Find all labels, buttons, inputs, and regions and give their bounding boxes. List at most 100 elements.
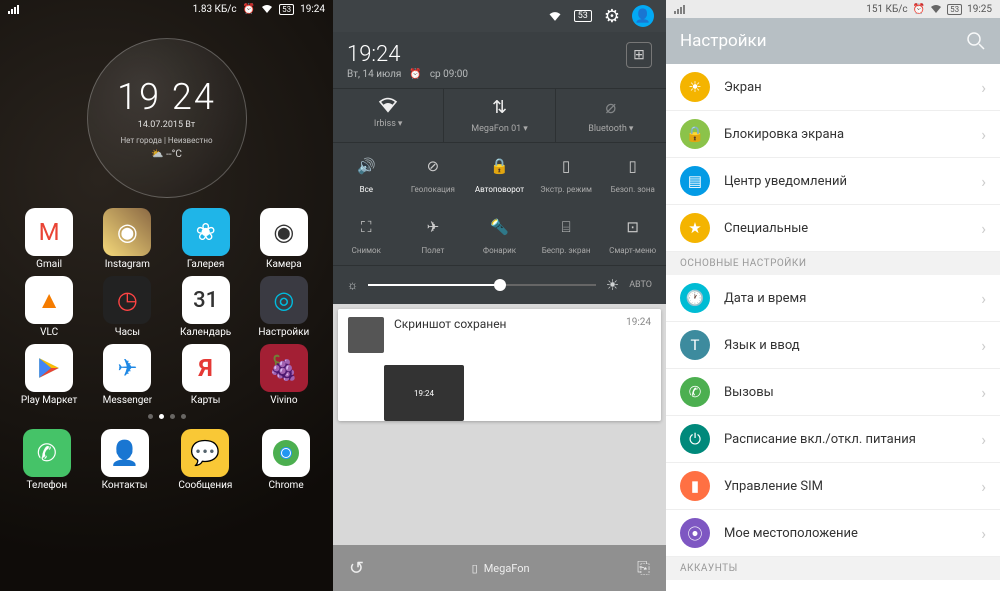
chevron-right-icon: › [981,289,986,308]
setting-row[interactable]: 🕐Дата и время› [666,275,1000,322]
setting-icon: ⦿ [680,518,710,548]
safe-zone-toggle[interactable]: ▯Безоп. зона [599,143,666,204]
widget-time: 19 24 [117,76,216,118]
location-toggle[interactable]: ⊘Геолокация [400,143,467,204]
app-clock[interactable]: ◷Часы [88,276,166,338]
camera-icon: ◉ [260,208,308,256]
flashlight-toggle[interactable]: 🔦Фонарик [466,204,533,265]
app-play[interactable]: Play Маркет [10,344,88,406]
setting-label: Дата и время [724,291,981,306]
setting-row[interactable]: ⏻Расписание вкл./откл. питания› [666,416,1000,463]
wifi-icon [930,4,942,14]
page-indicator [0,414,333,419]
grid-toggle-button[interactable]: ⊞ [626,42,652,68]
app-gmail[interactable]: MGmail [10,208,88,270]
quick-settings-panel: 53 ⚙ 👤 19:24 Вт, 14 июля ⏰ ср 09:00 ⊞ Ir… [333,0,666,591]
setting-row[interactable]: ▤Центр уведомлений› [666,158,1000,205]
clock-widget[interactable]: 19 24 14.07.2015 Вт Нет города | Неизвес… [87,38,247,198]
qs-status-bar: 53 ⚙ 👤 [333,0,666,32]
setting-row[interactable]: ▮Управление SIM› [666,463,1000,510]
alarm-icon: ⏰ [913,4,925,15]
setting-row[interactable]: 🔒Блокировка экрана› [666,111,1000,158]
app-gallery[interactable]: ❀Галерея [167,208,245,270]
app-phone[interactable]: ✆Телефон [23,429,71,491]
screenshot-toggle[interactable]: ⛶Снимок [333,204,400,265]
app-messages[interactable]: 💬Сообщения [178,429,232,491]
app-vivino[interactable]: 🍇Vivino [245,344,323,406]
setting-icon: T [680,330,710,360]
notification-card[interactable]: Скриншот сохранен 19:24 19:24 [338,309,661,421]
clock-text: 19:24 [300,4,325,15]
setting-row[interactable]: TЯзык и ввод› [666,322,1000,369]
setting-row[interactable]: ☀Экран› [666,64,1000,111]
cast-toggle[interactable]: ⌸Беспр. экран [533,204,600,265]
setting-row[interactable]: ✆Вызовы› [666,369,1000,416]
brightness-slider[interactable]: ☼ ☀ АВТО [333,265,666,304]
setting-label: Расписание вкл./откл. питания [724,432,981,447]
battery-icon: 53 [279,4,294,15]
user-avatar[interactable]: 👤 [632,5,654,27]
history-icon[interactable]: ↺ [349,558,364,579]
brightness-low-icon: ☼ [347,278,358,292]
app-settings[interactable]: ◎Настройки [245,276,323,338]
phone-zone-icon: ▯ [620,153,646,179]
app-camera[interactable]: ◉Камера [245,208,323,270]
data-tile[interactable]: ⇅ MegaFon 01 ▾ [444,89,555,142]
setting-label: Мое местоположение [724,526,981,541]
setting-row[interactable]: ⦿Мое местоположение› [666,510,1000,557]
power-save-toggle[interactable]: ▯Экстр. режим [533,143,600,204]
smart-menu-toggle[interactable]: ⊡Смарт-меню [599,204,666,265]
app-chrome[interactable]: Chrome [262,429,310,491]
alarm-icon: ⏰ [409,69,421,80]
search-icon[interactable] [966,31,986,51]
widget-date: 14.07.2015 Вт [138,120,195,130]
flashlight-icon: 🔦 [486,214,512,240]
slider-thumb[interactable] [494,279,506,291]
crop-icon: ⛶ [353,214,379,240]
messenger-icon: ✈ [103,344,151,392]
chevron-right-icon: › [981,336,986,355]
section-header-accounts: АККАУНТЫ [666,557,1000,580]
phone-icon: ✆ [23,429,71,477]
app-vlc[interactable]: ▲VLC [10,276,88,338]
airplane-toggle[interactable]: ✈Полет [400,204,467,265]
status-bar: 1.83 КБ/с ⏰ 53 19:24 [0,0,333,18]
app-contacts[interactable]: 👤Контакты [101,429,149,491]
app-messenger[interactable]: ✈Messenger [88,344,166,406]
setting-icon: ▤ [680,166,710,196]
app-instagram[interactable]: ◉Instagram [88,208,166,270]
play-store-icon [25,344,73,392]
copy-icon[interactable]: ⎘ [637,558,650,578]
battery-icon: 53 [574,10,592,22]
settings-icon: ◎ [260,276,308,324]
chevron-right-icon: › [981,383,986,402]
dock: ✆Телефон 👤Контакты 💬Сообщения Chrome [0,425,333,499]
notif-time: 19:24 [626,317,651,353]
status-bar: 151 КБ/с ⏰ 53 19:25 [666,0,1000,18]
rotation-toggle[interactable]: 🔒Автоповорот [466,143,533,204]
sound-toggle[interactable]: 🔊Все [333,143,400,204]
signal-icon [8,5,19,14]
setting-icon: ★ [680,213,710,243]
app-maps[interactable]: ЯКарты [167,344,245,406]
widget-location: Нет города | Неизвестно [120,136,212,145]
instagram-icon: ◉ [103,208,151,256]
chevron-right-icon: › [981,125,986,144]
auto-brightness-button[interactable]: АВТО [629,280,652,290]
settings-screen: 151 КБ/с ⏰ 53 19:25 Настройки ☀Экран›🔒Бл… [666,0,1000,591]
setting-label: Вызовы [724,385,981,400]
airplane-icon: ✈ [420,214,446,240]
chevron-right-icon: › [981,430,986,449]
slider-track[interactable] [368,284,596,286]
bluetooth-tile[interactable]: ⌀ Bluetooth ▾ [556,89,666,142]
screenshot-preview: 19:24 [384,365,464,421]
carrier-label: ▯MegaFon [472,562,530,575]
sim-icon: ▯ [472,562,478,575]
wifi-tile[interactable]: Irbiss ▾ [333,89,444,142]
chrome-icon [262,429,310,477]
settings-gear-icon[interactable]: ⚙ [604,6,620,27]
section-header: ОСНОВНЫЕ НАСТРОЙКИ [666,252,1000,275]
app-calendar[interactable]: 31Календарь [167,276,245,338]
toggles-row-2: ⛶Снимок ✈Полет 🔦Фонарик ⌸Беспр. экран ⊡С… [333,204,666,265]
setting-row[interactable]: ★Специальные› [666,205,1000,252]
